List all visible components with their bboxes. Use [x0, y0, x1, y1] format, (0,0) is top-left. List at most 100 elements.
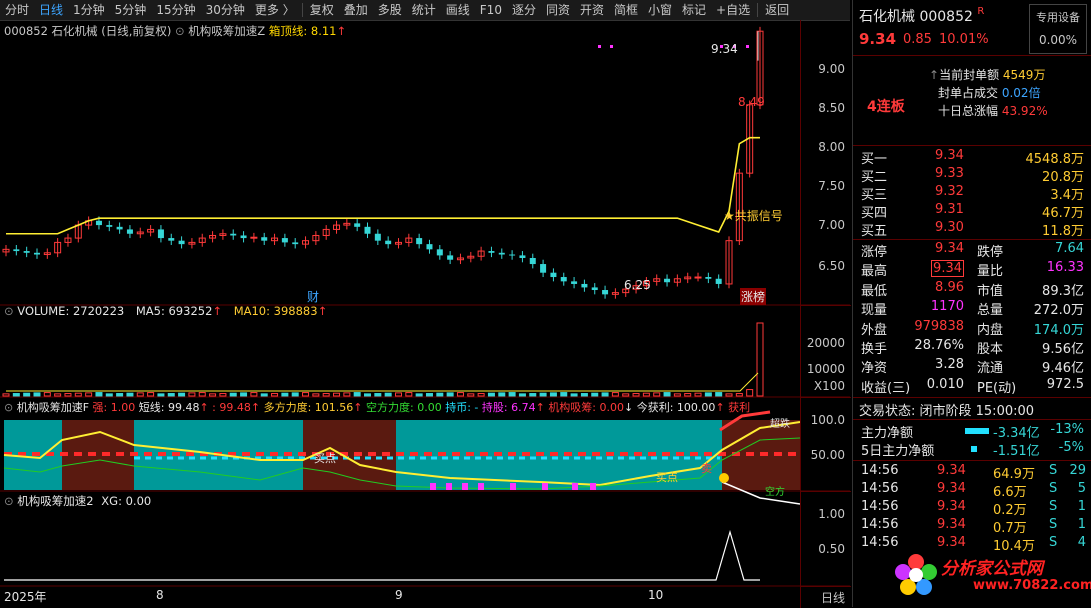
industry-box[interactable]: 专用设备 0.00% [1029, 4, 1087, 54]
volume-y-axis: 20000 10000 X100 [800, 305, 851, 398]
candle-body [240, 235, 247, 239]
bid-price: 9.30 [935, 220, 964, 235]
flow-label: 5日主力净额 [861, 444, 935, 459]
volume-title-bar: ⊙ VOLUME: 2720223 MA5: 693252↑ MA10: 398… [4, 304, 328, 318]
volume-bar [653, 392, 661, 397]
ind1-today: 今获利: 100.00 [636, 401, 716, 414]
stat-label: 跌停 [977, 245, 1004, 260]
toolbar-item[interactable]: 多股 [373, 0, 407, 20]
r-mark: R [977, 6, 985, 17]
toolbar-item[interactable]: 30分钟 [201, 0, 250, 20]
toolbar-item[interactable]: 统计 [407, 0, 441, 20]
toolbar-item[interactable]: +自选 [711, 0, 755, 20]
toolbar-item[interactable]: 15分钟 [151, 0, 200, 20]
signal-dot [598, 45, 601, 48]
volume-bar [271, 393, 279, 397]
stat-label: 市值 [977, 283, 1004, 299]
chart-area[interactable]: 000852 石化机械 (日线,前复权) ⊙ 机构吸筹加速Z 箱顶线: 8.11… [0, 20, 851, 608]
toolbar-item[interactable]: 日线 [34, 0, 68, 20]
volume-bar [436, 392, 444, 397]
volume-bar [250, 392, 258, 397]
bid-price: 9.34 [935, 148, 964, 163]
tick-side: S [1049, 481, 1058, 496]
volume-bar [23, 392, 31, 397]
industry-name: 专用设备 [1036, 11, 1080, 24]
bid-volume: 46.7万 [1042, 206, 1084, 221]
unit-label: X100 [813, 379, 845, 393]
volume-bar [394, 392, 402, 397]
volume-bar [198, 392, 206, 397]
tick-price: 9.34 [937, 535, 966, 550]
tick-count: 4 [1077, 535, 1086, 550]
box-line [6, 136, 760, 235]
toolbar-item[interactable]: 返回 [760, 0, 794, 20]
stat-label: 流通 [977, 361, 1004, 377]
flow-pct: -5% [1058, 440, 1084, 455]
stat-label: 股本 [977, 342, 1004, 357]
hold-bar [510, 483, 516, 490]
watermark: 分析家公式网 www.70822.com [893, 550, 1091, 600]
fin-marker[interactable]: 财 [307, 288, 319, 305]
limit-marker[interactable]: 涨榜 [740, 288, 767, 305]
tick-count: 5 [1077, 481, 1086, 496]
toolbar-item[interactable]: 1分钟 [68, 0, 110, 20]
tick-time: 14:56 [861, 517, 899, 532]
kong-marker: 空方 [765, 487, 785, 498]
candle-body [560, 277, 567, 282]
candle-body [23, 251, 30, 253]
volume-bar [116, 393, 124, 397]
stat-value: 3.28 [935, 357, 964, 373]
toolbar-item[interactable]: 画线 [441, 0, 475, 20]
volume-bar [735, 393, 743, 397]
toolbar-item[interactable]: 逐分 [507, 0, 541, 20]
volume-bar [601, 392, 609, 397]
candle-body [705, 277, 712, 279]
toolbar-item[interactable]: 叠加 [339, 0, 373, 20]
volume-bar [302, 392, 310, 397]
volume-bar [312, 393, 320, 397]
tick-volume: 0.2万 [993, 503, 1027, 518]
candle-body [374, 233, 381, 241]
volume-bar [43, 392, 51, 397]
flow-value: -3.34亿 [993, 426, 1040, 441]
volume-bar [147, 392, 155, 397]
toolbar-item[interactable]: 简框 [609, 0, 643, 20]
x-label-year: 2025年 [4, 590, 47, 604]
bid-price: 9.33 [935, 166, 964, 181]
signal-dot [746, 45, 749, 48]
candle-body [581, 283, 588, 288]
y-label: 1.00 [818, 507, 845, 521]
toolbar-item[interactable]: 5分钟 [110, 0, 152, 20]
candle-body [261, 237, 268, 241]
seal-ratio-value: 0.02倍 [1001, 86, 1041, 100]
candle-body [509, 254, 516, 256]
candle-body [354, 223, 361, 227]
hold-bar [446, 483, 452, 490]
volume-bar [126, 392, 134, 397]
toolbar-item[interactable]: 标记 [677, 0, 711, 20]
candle-body [95, 220, 102, 226]
ind1-name[interactable]: 机构吸筹加速F [17, 401, 89, 414]
hold-bar [542, 483, 548, 490]
ind1-inst: 机构吸筹: 0.00 [548, 401, 625, 414]
overtop-marker: 超跌 [770, 419, 790, 430]
toolbar-item[interactable]: 小窗 [643, 0, 677, 20]
toolbar-item[interactable]: 分时 [0, 0, 34, 20]
toolbar-item[interactable]: 复权 [305, 0, 339, 20]
seal-ratio-label: 封单占成交 [938, 86, 999, 100]
candle-body [364, 226, 371, 234]
bid-volume: 4548.8万 [1025, 152, 1085, 167]
volume-bar [456, 392, 464, 397]
ind1-y-axis: 100.0 50.00 [800, 397, 851, 492]
ind2-name[interactable]: 机构吸筹加速2 [17, 494, 93, 508]
quote-panel: 石化机械 000852 R 专用设备 0.00% 9.34 0.85 10.01… [852, 0, 1091, 607]
toolbar-item[interactable]: 开资 [575, 0, 609, 20]
bid-label: 买五 [861, 224, 888, 239]
toolbar-item[interactable]: 更多 〉 [250, 0, 300, 20]
volume-bar [343, 392, 351, 397]
toolbar-item[interactable]: F10 [475, 0, 507, 20]
industry-pct: 0.00% [1038, 33, 1078, 47]
toolbar-item[interactable]: 同资 [541, 0, 575, 20]
bid-label: 买一 [861, 152, 888, 167]
candle-body [292, 242, 299, 245]
